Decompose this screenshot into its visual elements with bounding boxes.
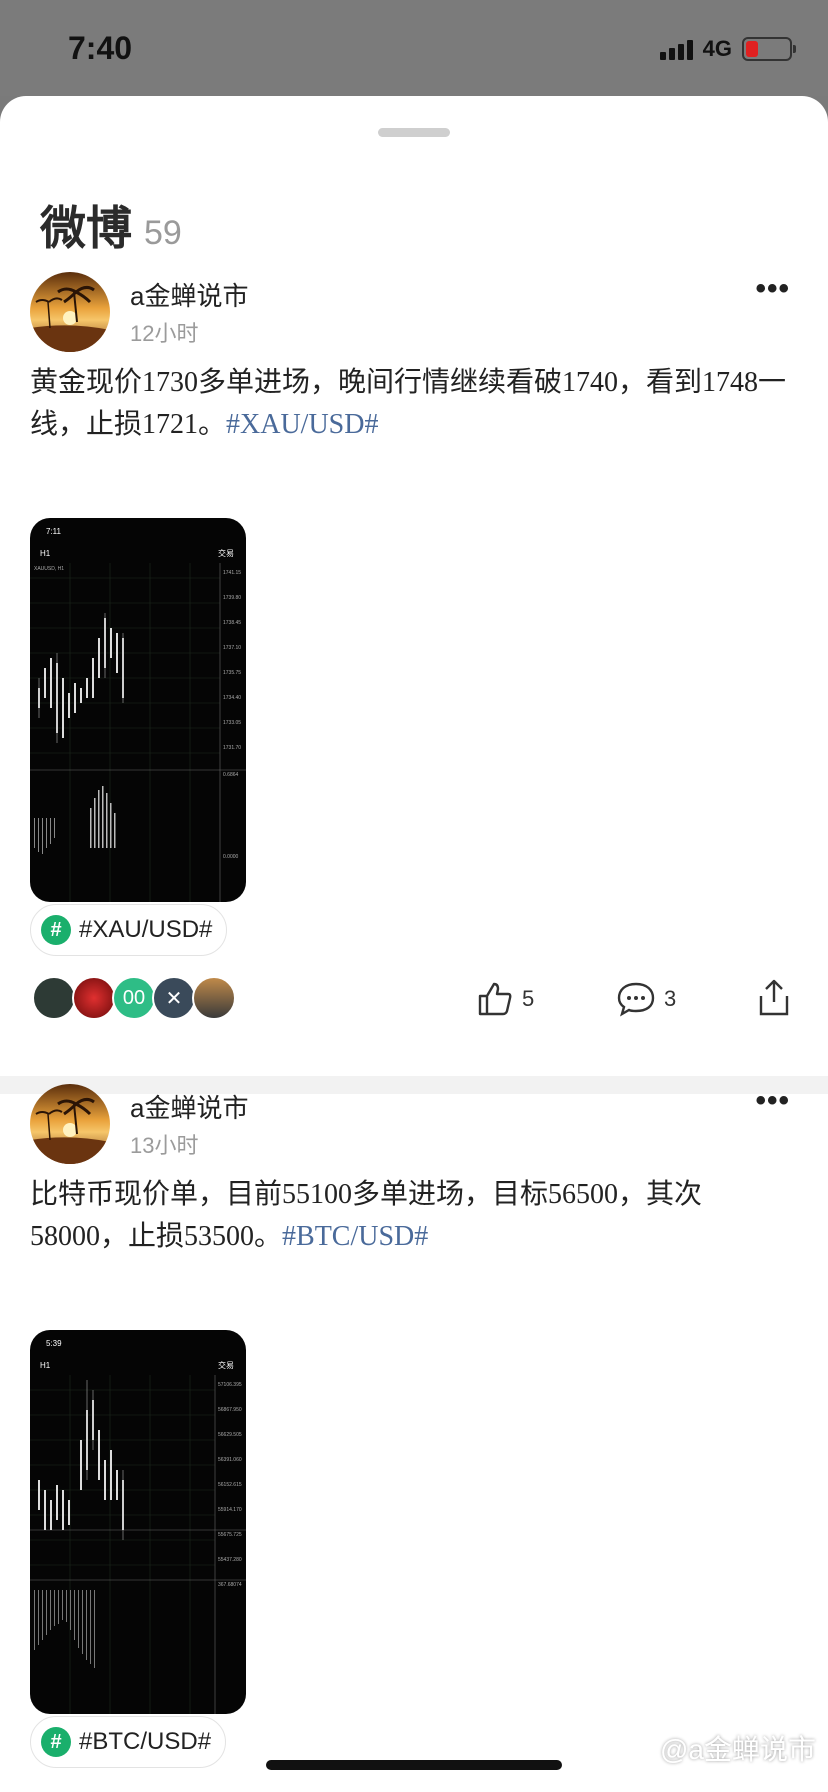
- more-icon[interactable]: •••: [755, 272, 790, 306]
- comment-button[interactable]: 3: [616, 980, 676, 1018]
- screenshot-time: 7:11: [46, 527, 62, 536]
- sheet-title: 微博: [40, 202, 132, 254]
- svg-text:367.68074: 367.68074: [218, 1582, 242, 1588]
- svg-text:1741.15: 1741.15: [223, 570, 241, 576]
- avatar[interactable]: [30, 1084, 110, 1164]
- topic-chip-label: #BTC/USD#: [79, 1728, 212, 1755]
- home-indicator[interactable]: [266, 1760, 562, 1770]
- hashtag-icon: #: [41, 915, 71, 945]
- svg-text:0.0000: 0.0000: [223, 854, 239, 860]
- comment-icon: [617, 982, 655, 1017]
- topic-chip[interactable]: # #XAU/USD#: [30, 904, 228, 956]
- thumbs-up-icon: [478, 982, 512, 1016]
- liker-avatar: [192, 976, 236, 1020]
- post-divider: [0, 1076, 828, 1094]
- post-text-content: 黄金现价1730多单进场，晚间行情继续看破1740，看到1748一线，止损172…: [30, 367, 787, 440]
- post-text: 黄金现价1730多单进场，晚间行情继续看破1740，看到1748一线，止损172…: [30, 362, 790, 446]
- screenshot-trade: 交易: [218, 1360, 234, 1370]
- avatar[interactable]: [30, 272, 110, 352]
- liker-avatar-label: 00: [122, 986, 146, 1009]
- svg-text:56391.060: 56391.060: [218, 1457, 242, 1463]
- screenshot-trade: 交易: [218, 548, 234, 558]
- post-image[interactable]: 5:39 H1 交易 57106.395 56867.950 56629.505…: [30, 1330, 246, 1714]
- post-count: 59: [144, 214, 182, 252]
- like-button[interactable]: 5: [476, 980, 534, 1018]
- post-hashtag-link[interactable]: #BTC/USD#: [282, 1221, 428, 1252]
- share-icon: [759, 979, 789, 1016]
- svg-text:55675.725: 55675.725: [218, 1532, 242, 1538]
- status-time: 7:40: [68, 30, 133, 66]
- author-name[interactable]: a金蝉说市: [130, 276, 248, 313]
- signal-icon: [659, 38, 693, 60]
- liker-avatar: 00: [112, 976, 156, 1020]
- screenshot-timeframe: H1: [40, 1361, 51, 1370]
- chart-screenshot: 5:39 H1 交易 57106.39556867.950 56629.5055…: [30, 1339, 246, 1714]
- sheet-grabber[interactable]: [378, 128, 450, 137]
- svg-text:1731.70: 1731.70: [223, 745, 241, 751]
- post-time: 13小时: [130, 1133, 199, 1158]
- post-hashtag-link[interactable]: #XAU/USD#: [226, 409, 378, 440]
- network-type: 4G: [702, 36, 732, 61]
- svg-text:0.6864: 0.6864: [223, 772, 239, 778]
- chart-screenshot: 7:11 H1 交易 XAUUSD, H1 1741.151739.80 173…: [30, 527, 246, 902]
- svg-text:1735.75: 1735.75: [223, 670, 241, 676]
- svg-text:1733.05: 1733.05: [223, 720, 241, 726]
- sheet-header: 微博 59: [40, 192, 182, 258]
- more-icon[interactable]: •••: [755, 1084, 790, 1118]
- svg-text:56867.950: 56867.950: [218, 1407, 242, 1413]
- svg-text:56629.505: 56629.505: [218, 1432, 242, 1438]
- liker-avatar: [32, 976, 76, 1020]
- svg-text:1739.80: 1739.80: [223, 595, 241, 601]
- svg-text:55914.170: 55914.170: [218, 1507, 242, 1513]
- watermark: @a金蝉说市: [660, 1734, 816, 1765]
- status-bar: 7:40 4G: [0, 0, 828, 96]
- battery-icon: [742, 37, 796, 61]
- post-text: 比特币现价单，目前55100多单进场，目标56500，其次58000，止损535…: [30, 1174, 790, 1258]
- post-image[interactable]: 7:11 H1 交易 XAUUSD, H1 1741.15 1739.80 17…: [30, 518, 246, 902]
- topic-chip-label: #XAU/USD#: [79, 916, 213, 943]
- svg-text:1737.10: 1737.10: [223, 645, 241, 651]
- svg-text:55437.280: 55437.280: [218, 1557, 242, 1563]
- like-count: 5: [522, 986, 535, 1011]
- svg-text:1734.40: 1734.40: [223, 695, 241, 701]
- svg-text:57106.395: 57106.395: [218, 1382, 242, 1388]
- share-button[interactable]: [756, 978, 792, 1018]
- screenshot-timeframe: H1: [40, 549, 51, 558]
- screenshot-symbol: XAUUSD, H1: [34, 566, 64, 572]
- topic-chip[interactable]: # #BTC/USD#: [30, 1716, 227, 1768]
- svg-text:56152.615: 56152.615: [218, 1482, 242, 1488]
- liker-avatar: [72, 976, 116, 1020]
- author-name[interactable]: a金蝉说市: [130, 1088, 248, 1125]
- liker-avatar: ✕: [152, 976, 196, 1020]
- svg-text:1738.45: 1738.45: [223, 620, 241, 626]
- hashtag-icon: #: [41, 1727, 71, 1757]
- status-indicators: 4G: [659, 36, 796, 62]
- liker-avatars[interactable]: 00 ✕: [32, 976, 236, 1020]
- comment-count: 3: [664, 986, 677, 1011]
- screenshot-time: 5:39: [46, 1339, 62, 1348]
- post-time: 12小时: [130, 321, 199, 346]
- weibo-sheet: 微博 59 a金蝉说市 12小时 ••• 黄金现价1730多单进场，晚间行情继续…: [0, 96, 828, 1792]
